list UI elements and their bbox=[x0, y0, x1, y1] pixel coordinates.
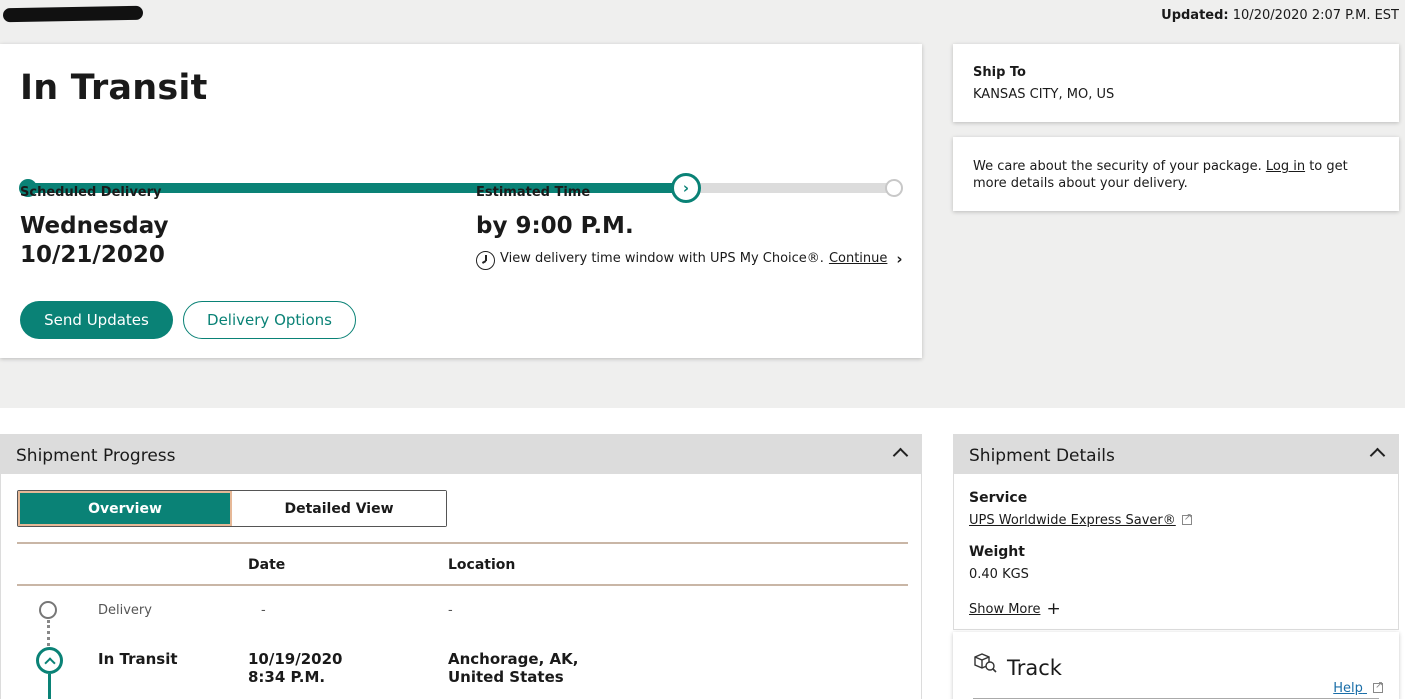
scheduled-delivery-label: Scheduled Delivery bbox=[20, 185, 162, 200]
updated-label: Updated: bbox=[1161, 8, 1229, 23]
estimated-time-label: Estimated Time bbox=[476, 185, 591, 200]
shipment-progress-title: Shipment Progress bbox=[16, 446, 176, 466]
service-label: Service bbox=[969, 490, 1028, 506]
updated-value: 10/20/2020 2:07 P.M. EST bbox=[1232, 8, 1399, 23]
shipment-details-title: Shipment Details bbox=[969, 446, 1115, 466]
service-link[interactable]: UPS Worldwide Express Saver® bbox=[969, 513, 1176, 528]
row-date: 10/19/2020 bbox=[248, 650, 343, 668]
collapse-chevron-icon[interactable] bbox=[892, 447, 909, 464]
row-date: - bbox=[261, 603, 266, 618]
show-more-toggle[interactable]: Show More + bbox=[969, 599, 1061, 619]
help-label[interactable]: Help bbox=[1333, 681, 1363, 696]
redacted-tracking-number bbox=[2, 5, 144, 23]
progress-view-tabs: Overview Detailed View bbox=[17, 490, 447, 527]
plus-icon[interactable]: + bbox=[1046, 599, 1060, 619]
row-date-time: 10/19/2020 8:34 P.M. bbox=[248, 650, 342, 686]
security-card: We care about the security of your packa… bbox=[953, 137, 1399, 211]
row-location: - bbox=[448, 603, 453, 618]
table-header-rule bbox=[17, 584, 908, 586]
service-value: UPS Worldwide Express Saver® bbox=[969, 512, 1192, 528]
security-text-before: We care about the security of your packa… bbox=[973, 159, 1262, 174]
delivery-options-button[interactable]: Delivery Options bbox=[183, 301, 356, 339]
row-status: In Transit bbox=[98, 650, 178, 668]
ship-to-value: KANSAS CITY, MO, US bbox=[973, 87, 1115, 102]
status-card: In Transit › Scheduled Delivery Wednesda… bbox=[0, 44, 922, 358]
show-more-link[interactable]: Show More bbox=[969, 602, 1040, 617]
log-in-link[interactable]: Log in bbox=[1266, 159, 1305, 174]
table-top-rule bbox=[17, 542, 908, 544]
delivery-step-icon bbox=[39, 601, 57, 619]
tab-overview[interactable]: Overview bbox=[18, 491, 232, 526]
track-title: Track bbox=[1007, 656, 1062, 680]
package-search-icon bbox=[974, 653, 997, 673]
clock-icon bbox=[476, 251, 495, 270]
column-location: Location bbox=[448, 557, 516, 573]
weight-label: Weight bbox=[969, 544, 1025, 560]
continue-link[interactable]: Continue bbox=[829, 251, 887, 266]
shipment-progress-panel: Shipment Progress Overview Detailed View… bbox=[0, 434, 922, 699]
shipment-details-header[interactable]: Shipment Details bbox=[954, 435, 1398, 474]
completed-connector bbox=[48, 674, 51, 699]
my-choice-promo: View delivery time window with UPS My Ch… bbox=[476, 247, 903, 270]
collapse-chevron-icon[interactable] bbox=[1369, 447, 1386, 464]
external-link-icon[interactable] bbox=[1181, 512, 1192, 525]
row-time: 8:34 P.M. bbox=[248, 668, 326, 686]
in-transit-step-icon bbox=[36, 647, 63, 674]
tab-detailed-view[interactable]: Detailed View bbox=[232, 491, 446, 526]
pending-connector bbox=[47, 620, 50, 646]
progress-current-icon: › bbox=[671, 173, 701, 203]
security-message: We care about the security of your packa… bbox=[973, 158, 1383, 192]
external-link-icon[interactable] bbox=[1373, 680, 1383, 693]
scheduled-day: Wednesday bbox=[20, 213, 169, 239]
progress-end-dot bbox=[885, 179, 903, 197]
track-card: Track Help bbox=[953, 632, 1399, 699]
ship-to-card: Ship To KANSAS CITY, MO, US bbox=[953, 44, 1399, 122]
shipment-progress-header[interactable]: Shipment Progress bbox=[1, 435, 921, 474]
column-date: Date bbox=[248, 557, 286, 573]
estimated-time-value: by 9:00 P.M. bbox=[476, 213, 634, 239]
shipment-details-panel: Shipment Details Service UPS Worldwide E… bbox=[953, 434, 1399, 630]
help-link[interactable]: Help bbox=[1333, 680, 1383, 696]
weight-value: 0.40 KGS bbox=[969, 567, 1029, 582]
row-location: Anchorage, AK, United States bbox=[448, 650, 579, 686]
row-status: Delivery bbox=[98, 603, 152, 618]
scheduled-date: 10/21/2020 bbox=[20, 242, 165, 268]
updated-timestamp: Updated: 10/20/2020 2:07 P.M. EST bbox=[1161, 8, 1399, 23]
scheduled-delivery-value: Wednesday 10/21/2020 bbox=[20, 212, 169, 270]
status-title: In Transit bbox=[20, 68, 208, 108]
send-updates-button[interactable]: Send Updates bbox=[20, 301, 173, 339]
chevron-right-icon[interactable]: › bbox=[896, 250, 902, 268]
ship-to-label: Ship To bbox=[973, 65, 1026, 80]
my-choice-text: View delivery time window with UPS My Ch… bbox=[500, 251, 824, 266]
chevron-up-icon bbox=[43, 656, 56, 669]
